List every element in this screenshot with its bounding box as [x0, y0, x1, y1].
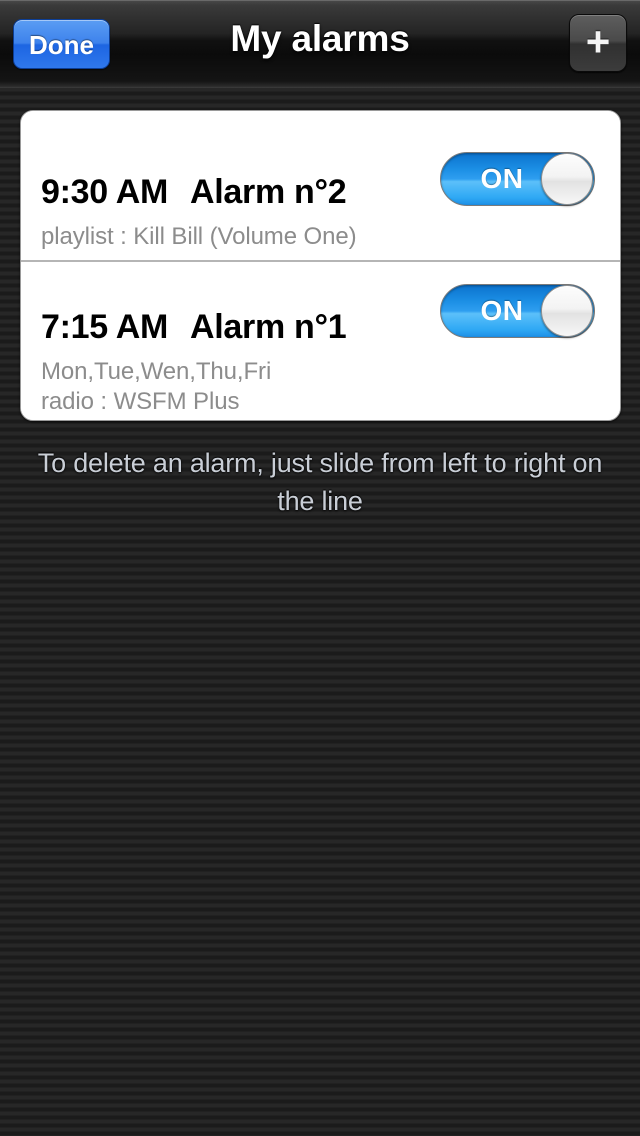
- alarm-name: Alarm n°1: [190, 308, 347, 346]
- alarm-name: Alarm n°2: [190, 173, 347, 211]
- alarm-detail-playlist: playlist : Kill Bill (Volume One): [41, 223, 357, 250]
- alarm-headline: 9:30 AM Alarm n°2: [41, 173, 347, 212]
- toggle-state-label: ON: [480, 295, 524, 326]
- page-title: My alarms: [230, 18, 410, 59]
- toggle-state-label: ON: [480, 163, 524, 194]
- alarm-headline: 7:15 AM Alarm n°1: [41, 308, 347, 347]
- alarm-time: 7:15 AM: [41, 308, 169, 346]
- alarm-toggle[interactable]: ON: [440, 152, 595, 206]
- app-screen: Done My alarms + 9:30 AM Alarm n°2 playli…: [0, 0, 640, 1136]
- alarm-row[interactable]: 9:30 AM Alarm n°2 playlist : Kill Bill (V…: [21, 111, 620, 260]
- alarm-list: 9:30 AM Alarm n°2 playlist : Kill Bill (V…: [20, 110, 621, 421]
- alarm-detail-radio: radio : WSFM Plus: [41, 388, 240, 415]
- delete-hint-text: To delete an alarm, just slide from left…: [37, 448, 603, 516]
- add-alarm-button[interactable]: +: [569, 14, 627, 72]
- navigation-bar: Done My alarms +: [0, 0, 640, 88]
- alarm-row[interactable]: 7:15 AM Alarm n°1 Mon,Tue,Wen,Thu,Fri rad…: [21, 260, 620, 420]
- plus-icon: +: [585, 18, 611, 65]
- alarm-toggle[interactable]: ON: [440, 284, 595, 338]
- toggle-knob[interactable]: [541, 285, 593, 337]
- alarm-time: 9:30 AM: [41, 173, 169, 211]
- toggle-knob[interactable]: [541, 153, 593, 205]
- alarm-detail-days: Mon,Tue,Wen,Thu,Fri: [41, 358, 272, 385]
